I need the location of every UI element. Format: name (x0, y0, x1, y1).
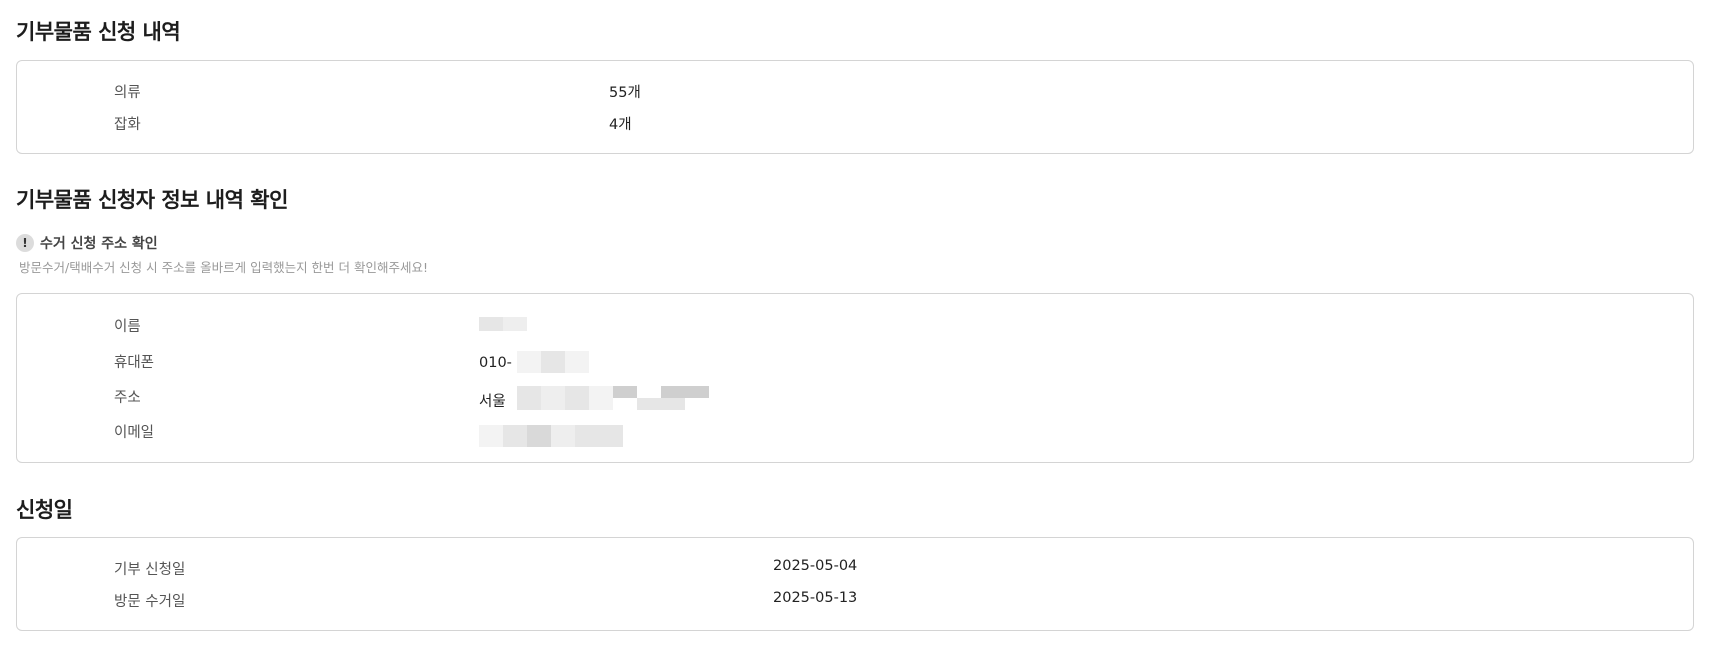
phone-label: 휴대폰 (114, 355, 155, 371)
address-label: 주소 (114, 390, 141, 406)
name-label: 이름 (114, 319, 141, 335)
donation-item-label: 잡화 (114, 117, 141, 133)
donation-item-row: 의류 55개 (17, 81, 1693, 103)
donation-item-row: 잡화 4개 (17, 113, 1693, 135)
applicant-row-phone: 휴대폰 010- (17, 351, 1693, 373)
address-value: 서울 (479, 394, 506, 410)
redacted-phone (517, 351, 589, 373)
donation-item-value: 4개 (609, 117, 632, 133)
pickup-date-value: 2025-05-13 (773, 590, 858, 606)
date-row: 방문 수거일 2025-05-13 (17, 590, 1693, 612)
pickup-date-label: 방문 수거일 (114, 594, 186, 610)
redacted-address (517, 386, 613, 410)
applicant-row-email: 이메일 (17, 421, 1693, 447)
exclamation-icon: ! (16, 234, 34, 252)
donation-items-box: 의류 55개 잡화 4개 (16, 60, 1694, 154)
phone-value: 010- (479, 355, 512, 371)
redacted-address (637, 398, 685, 410)
date-row: 기부 신청일 2025-05-04 (17, 558, 1693, 580)
applicant-info-box: 이름 휴대폰 010- 주소 서울 이메일 (16, 293, 1694, 463)
donation-item-label: 의류 (114, 85, 141, 101)
donation-date-label: 기부 신청일 (114, 562, 186, 578)
notice-title: 수거 신청 주소 확인 (40, 236, 158, 252)
applicant-row-name: 이름 (17, 315, 1693, 337)
email-label: 이메일 (114, 425, 155, 441)
donation-item-value: 55개 (609, 85, 641, 101)
application-date-box: 기부 신청일 2025-05-04 방문 수거일 2025-05-13 (16, 537, 1694, 631)
donation-items-title: 기부물품 신청 내역 (16, 20, 181, 44)
notice-heading: ! 수거 신청 주소 확인 (16, 233, 158, 253)
applicant-row-address: 주소 서울 (17, 386, 1693, 410)
redacted-name (479, 317, 527, 331)
donation-date-value: 2025-05-04 (773, 558, 858, 574)
donation-summary-page: 기부물품 신청 내역 의류 55개 잡화 4개 기부물품 신청자 정보 내역 확… (0, 0, 1710, 659)
notice-description: 방문수거/택배수거 신청 시 주소를 올바르게 입력했는지 한번 더 확인해주세… (19, 260, 429, 275)
applicant-info-title: 기부물품 신청자 정보 내역 확인 (16, 188, 288, 212)
redacted-email (479, 425, 623, 447)
redacted-address (613, 386, 637, 398)
redacted-address (661, 386, 709, 398)
application-date-title: 신청일 (16, 498, 73, 522)
